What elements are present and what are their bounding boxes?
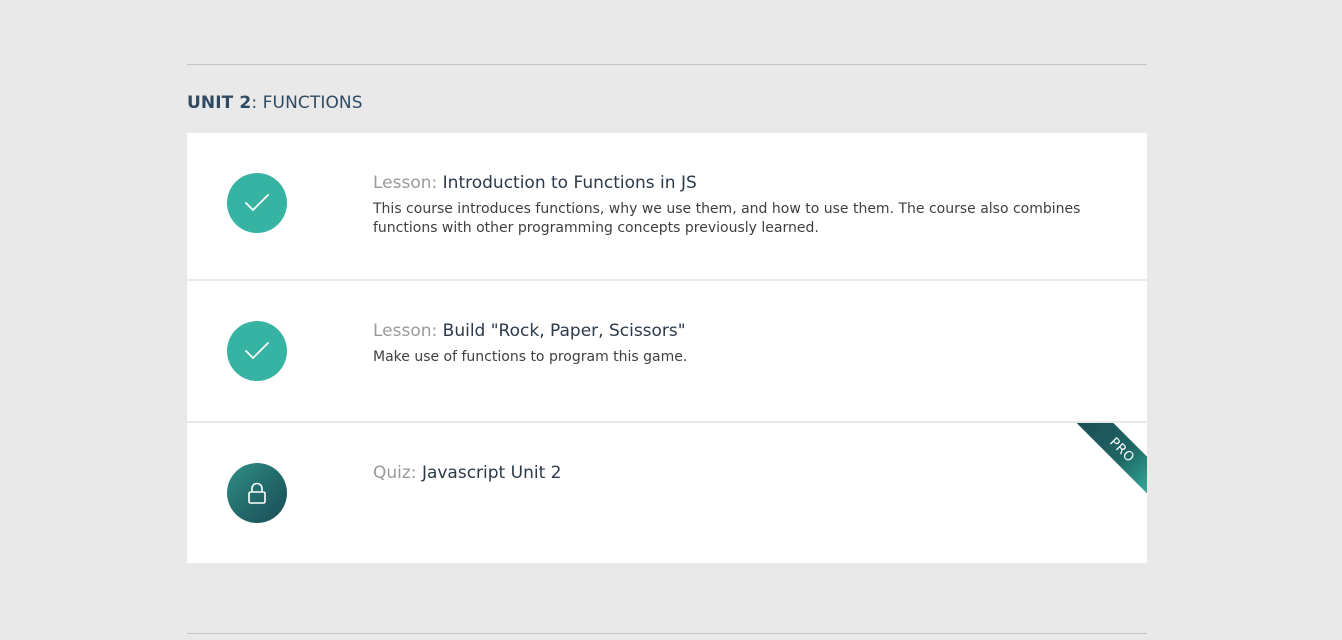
lesson-body: Lesson: Build "Rock, Paper, Scissors" Ma… [373, 320, 1093, 367]
lesson-title[interactable]: Lesson: Introduction to Functions in JS [373, 172, 1093, 194]
divider-top [187, 64, 1147, 65]
unit-title: FUNCTIONS [257, 93, 363, 113]
lesson-description: This course introduces functions, why we… [373, 201, 1081, 236]
unit-label: UNIT 2 [187, 93, 252, 113]
completed-status [227, 321, 287, 381]
checkmark-icon [245, 342, 269, 359]
quiz-title[interactable]: Quiz: Javascript Unit 2 [373, 462, 1093, 484]
pro-ribbon-label: PRO [1077, 423, 1147, 493]
pro-ribbon: PRO [1077, 423, 1147, 493]
lesson-list: Lesson: Introduction to Functions in JS … [187, 133, 1147, 563]
lock-icon [248, 482, 266, 504]
item-kind-label: Lesson: [373, 321, 438, 341]
lesson-title-text: Build "Rock, Paper, Scissors" [442, 321, 686, 341]
item-kind-label: Lesson: [373, 173, 438, 193]
locked-status [227, 463, 287, 523]
lesson-description: Make use of functions to program this ga… [373, 349, 688, 365]
checkmark-icon [245, 194, 269, 211]
lesson-title[interactable]: Lesson: Build "Rock, Paper, Scissors" [373, 320, 1093, 342]
item-kind-label: Quiz: [373, 463, 417, 483]
quiz-title-text: Javascript Unit 2 [421, 463, 562, 483]
divider-bottom [187, 633, 1147, 634]
quiz-card[interactable]: Quiz: Javascript Unit 2 PRO [187, 423, 1147, 563]
quiz-body: Quiz: Javascript Unit 2 [373, 462, 1093, 484]
completed-status [227, 173, 287, 233]
lesson-card[interactable]: Lesson: Build "Rock, Paper, Scissors" Ma… [187, 281, 1147, 421]
lesson-title-text: Introduction to Functions in JS [442, 173, 697, 193]
lesson-body: Lesson: Introduction to Functions in JS … [373, 172, 1093, 238]
lesson-card[interactable]: Lesson: Introduction to Functions in JS … [187, 133, 1147, 279]
unit-heading: UNIT 2: FUNCTIONS [187, 92, 363, 114]
course-page: UNIT 2: FUNCTIONS Lesson: Introduction t… [0, 0, 1342, 640]
